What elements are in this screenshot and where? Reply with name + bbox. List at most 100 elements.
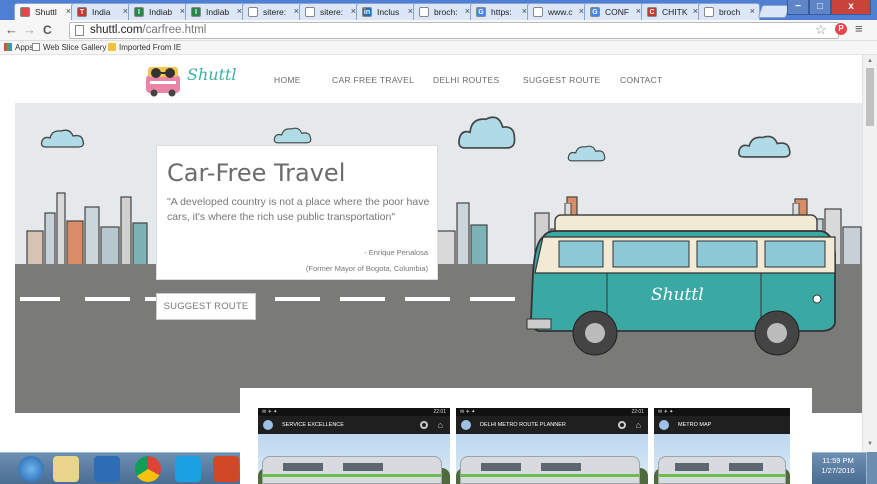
browser-tab[interactable]: G CONF × (584, 3, 646, 20)
home-icon: ⌂ (635, 420, 641, 430)
web-page: Shuttl HOME CAR FREE TRAVEL DELHI ROUTES… (15, 55, 862, 413)
forward-button[interactable]: → (23, 22, 36, 38)
tab-favicon-icon: G (590, 7, 600, 17)
bookmark-web-slice-gallery[interactable]: Web Slice Gallery (32, 43, 106, 52)
browser-tab[interactable]: broch × (698, 3, 760, 20)
road-dash (340, 297, 385, 301)
folder-icon (108, 43, 116, 51)
phone-screenshot: ✉ ✈ ✦ METRO MAP (654, 408, 790, 484)
phone-status-bar: ✉ ✈ ✦ (654, 408, 790, 416)
nav-car-free-travel[interactable]: CAR FREE TRAVEL (332, 75, 414, 85)
browser-tab[interactable]: broch: × (413, 3, 475, 20)
scrollbar-thumb[interactable] (866, 68, 874, 126)
browser-tab[interactable]: Shuttl × (14, 3, 76, 20)
page-icon (75, 25, 84, 36)
tab-favicon-icon: in (362, 7, 372, 17)
tab-label: India (92, 7, 111, 17)
pinterest-extension-icon[interactable]: P (835, 23, 847, 35)
phone-app-bar: METRO MAP (654, 416, 790, 434)
browser-tab[interactable]: sitere: × (242, 3, 304, 20)
browser-tab[interactable]: Ghttps: × (470, 3, 532, 20)
app-icon (263, 420, 273, 430)
nav-contact[interactable]: CONTACT (620, 75, 663, 85)
browser-tab[interactable]: in Inclus × (356, 3, 418, 20)
bookmark-imported-from-ie[interactable]: Imported From IE (108, 43, 181, 52)
browser-tab[interactable]: www.c × (527, 3, 589, 20)
shuttl-van-illustration (526, 203, 836, 356)
browser-tab[interactable]: I Indiab × (128, 3, 190, 20)
chrome-icon[interactable] (135, 456, 161, 482)
bookmark-apps[interactable]: Apps (4, 43, 33, 52)
bookmark-label: Web Slice Gallery (43, 43, 107, 52)
tab-label: CHITK (662, 7, 688, 17)
tab-favicon-icon (704, 7, 714, 17)
road-dash (85, 297, 130, 301)
close-window-button[interactable]: x (831, 0, 871, 15)
browser-tab[interactable]: T India × (71, 3, 133, 20)
tab-label: Inclus (377, 7, 400, 17)
powerpoint-icon[interactable] (213, 456, 239, 482)
reload-button[interactable]: C (43, 22, 52, 38)
tab-label: www.c (548, 7, 573, 17)
road-dash (405, 297, 450, 301)
new-tab-button[interactable] (757, 5, 791, 18)
road-dash (20, 297, 60, 301)
browser-tab[interactable]: sitere: × (299, 3, 361, 20)
tab-favicon-icon: G (476, 7, 486, 17)
page-scrollbar[interactable]: ▲ ▼ (862, 55, 877, 452)
phone-app-title: SERVICE EXCELLENCE (282, 422, 344, 428)
app-screenshots-overlay: ✉ ✈ ✦ 22:01 SERVICE EXCELLENCE ⌂ ✉ ✈ ✦ 22… (240, 388, 812, 484)
phone-status-bar: ✉ ✈ ✦ 22:01 (258, 408, 450, 416)
logo-text[interactable]: Shuttl (187, 65, 237, 84)
skype-icon[interactable] (175, 456, 201, 482)
nav-delhi-routes[interactable]: DELHI ROUTES (433, 75, 499, 85)
app-icon (461, 420, 471, 430)
cloud-illustration (273, 127, 312, 144)
tab-close-icon[interactable]: × (750, 6, 755, 16)
tab-label: sitere: (320, 7, 344, 17)
windows-start-icon[interactable] (18, 456, 44, 482)
maximize-button[interactable]: □ (809, 0, 831, 15)
tab-favicon-icon: I (134, 7, 144, 17)
address-bar[interactable]: shuttl.com/carfree.html (69, 22, 839, 39)
tab-favicon-icon (533, 7, 543, 17)
browser-tab-strip: Shuttl × T India × I Indiab × I Indiab × sitere: × s… (0, 0, 877, 20)
phone-app-bar: SERVICE EXCELLENCE ⌂ (258, 416, 450, 434)
url-host: shuttl.com (90, 24, 143, 36)
back-button[interactable]: ← (5, 22, 18, 38)
tab-label: Indiab (149, 7, 173, 17)
page-icon (32, 43, 40, 51)
file-explorer-icon[interactable] (53, 456, 79, 482)
media-player-icon[interactable] (94, 456, 120, 482)
phone-app-title: DELHI METRO ROUTE PLANNER (480, 422, 566, 428)
phone-app-title: METRO MAP (678, 422, 712, 428)
quote-author: - Enrique Penalosa (364, 248, 428, 257)
tab-label: https: (491, 7, 512, 17)
shuttl-logo-icon[interactable] (143, 61, 183, 97)
scroll-down-icon[interactable]: ▼ (867, 441, 873, 447)
bookmark-label: Apps (15, 43, 34, 52)
taskbar-clock[interactable]: 11:59 PM 1/27/2016 (816, 456, 860, 476)
phone-time: 22:01 (631, 409, 644, 415)
nav-home[interactable]: HOME (274, 75, 301, 85)
browser-tab[interactable]: C CHITK × (641, 3, 703, 20)
refresh-icon (618, 421, 626, 429)
show-desktop-button[interactable] (866, 452, 877, 484)
tab-favicon-icon (305, 7, 315, 17)
nav-suggest-route[interactable]: SUGGEST ROUTE (523, 75, 600, 85)
app-icon (659, 420, 669, 430)
minimize-button[interactable]: − (787, 0, 809, 15)
suggest-route-button[interactable]: SUGGEST ROUTE (156, 293, 256, 320)
quote-author-role: (Former Mayor of Bogota, Columbia) (305, 264, 428, 273)
scroll-up-icon[interactable]: ▲ (867, 58, 873, 64)
tab-favicon-icon (248, 7, 258, 17)
bookmark-star-icon[interactable]: ☆ (815, 22, 827, 38)
page-title: Car-Free Travel (167, 159, 346, 187)
cloud-illustration (567, 145, 606, 162)
tab-favicon-icon: C (647, 7, 657, 17)
browser-tab[interactable]: I Indiab × (185, 3, 247, 20)
browser-menu-icon[interactable]: ≡ (855, 21, 863, 36)
site-navbar: Shuttl HOME CAR FREE TRAVEL DELHI ROUTES… (15, 55, 862, 103)
phone-app-bar: DELHI METRO ROUTE PLANNER ⌂ (456, 416, 648, 434)
url-path: /carfree.html (142, 24, 207, 36)
